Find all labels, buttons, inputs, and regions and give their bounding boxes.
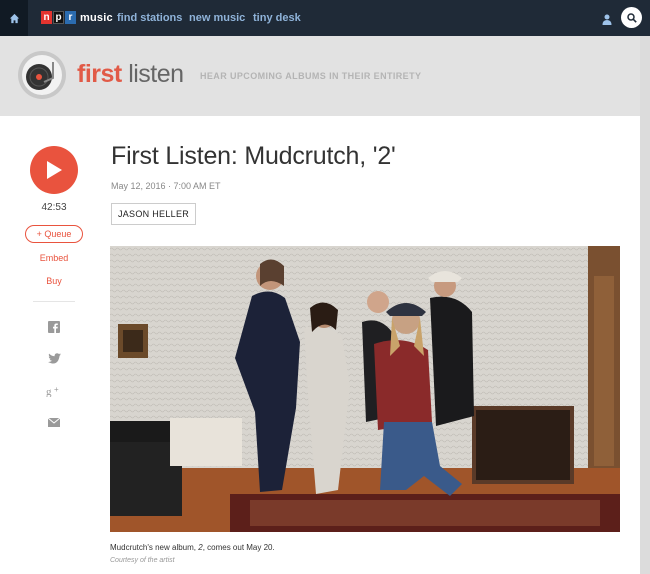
nav-link-tiny-desk[interactable]: tiny desk xyxy=(253,12,301,24)
record-player-icon xyxy=(18,51,66,99)
band-photo xyxy=(110,246,620,532)
facebook-icon xyxy=(48,321,60,333)
page-scrollbar[interactable] xyxy=(640,36,650,574)
author-byline-button[interactable]: JASON HELLER xyxy=(111,203,196,225)
share-twitter-button[interactable] xyxy=(46,350,62,366)
photo-credit: Courtesy of the artist xyxy=(110,557,175,564)
queue-button[interactable]: + Queue xyxy=(25,225,83,243)
article-headline: First Listen: Mudcrutch, '2' xyxy=(111,142,396,170)
nav-link-find-stations[interactable]: find stations xyxy=(117,12,182,24)
npr-logo-p: p xyxy=(53,11,64,24)
user-icon xyxy=(602,14,612,25)
play-button[interactable] xyxy=(30,146,78,194)
share-google-plus-button[interactable]: g + xyxy=(46,383,62,399)
svg-text:+: + xyxy=(54,385,59,394)
top-nav-bar: n p r music find stations new music tiny… xyxy=(0,0,650,36)
npr-logo-music: music xyxy=(80,11,113,24)
first-listen-banner: first listen HEAR UPCOMING ALBUMS IN THE… xyxy=(0,36,640,116)
search-icon xyxy=(626,12,637,23)
search-button[interactable] xyxy=(621,7,642,28)
sidebar-divider xyxy=(33,301,75,302)
user-account-button[interactable] xyxy=(602,12,612,30)
banner-title-light: listen xyxy=(128,60,184,88)
share-email-button[interactable] xyxy=(46,414,62,430)
caption-part-1: Mudcrutch's new album, xyxy=(110,543,199,552)
npr-logo-n: n xyxy=(41,11,52,24)
nav-link-new-music[interactable]: new music xyxy=(189,12,245,24)
buy-link[interactable]: Buy xyxy=(24,276,84,286)
photo-caption: Mudcrutch's new album, 2, comes out May … xyxy=(110,543,275,552)
npr-logo-r: r xyxy=(65,11,76,24)
banner-tagline: HEAR UPCOMING ALBUMS IN THEIR ENTIRETY xyxy=(200,71,422,81)
svg-text:g: g xyxy=(46,386,52,397)
email-icon xyxy=(48,417,60,427)
google-plus-icon: g + xyxy=(46,385,59,397)
play-icon xyxy=(47,161,62,179)
share-facebook-button[interactable] xyxy=(46,319,62,335)
audio-duration: 42:53 xyxy=(41,202,67,213)
twitter-icon xyxy=(47,352,61,364)
embed-link[interactable]: Embed xyxy=(24,253,84,263)
banner-title[interactable]: first listen xyxy=(77,60,184,89)
npr-music-logo[interactable]: n p r music xyxy=(41,11,113,24)
banner-title-bold: first xyxy=(77,60,122,88)
caption-part-2: , comes out May 20. xyxy=(202,543,275,552)
home-button[interactable] xyxy=(0,0,28,36)
article-dateline: May 12, 2016 · 7:00 AM ET xyxy=(111,181,221,191)
home-icon xyxy=(9,13,19,23)
